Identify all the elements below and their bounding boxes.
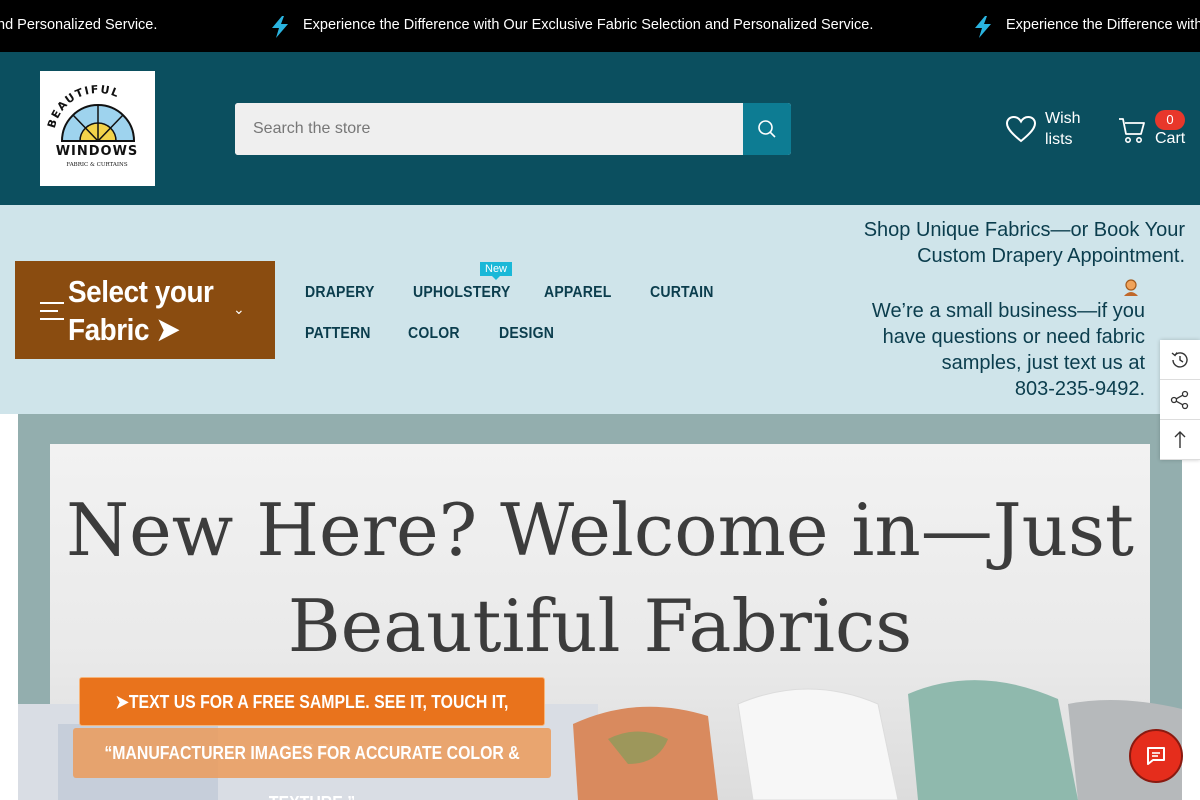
hamburger-icon — [40, 302, 64, 320]
new-badge: New — [480, 262, 513, 280]
manufacturer-images-note: “MANUFACTURER IMAGES FOR ACCURATE COLOR … — [73, 728, 551, 800]
announcement-text: Experience the Difference with Our Exclu… — [303, 17, 874, 33]
search-input[interactable] — [235, 103, 743, 155]
arrow-up-icon — [1174, 430, 1186, 448]
search-button[interactable] — [743, 103, 791, 155]
nav-item-upholstery[interactable]: UPHOLSTERY — [413, 284, 510, 302]
chat-icon — [1147, 747, 1165, 765]
hero-banner: New Here? Welcome in—Just Beautiful Fabr… — [18, 414, 1182, 800]
nav-item-pattern[interactable]: PATTERN — [305, 325, 371, 343]
cart-label: Cart — [1155, 130, 1186, 147]
nav-item-drapery[interactable]: DRAPERY — [305, 284, 375, 302]
contact-line: have questions or need fabric — [882, 326, 1145, 348]
search-icon — [758, 120, 776, 138]
store-logo[interactable]: BEAUTIFUL WINDOWS FABRIC & CURTAINS — [40, 71, 155, 186]
contact-phone[interactable]: 803-235-9492. — [780, 376, 1145, 402]
announcement-bar: nd Personalized Service. Experience the … — [0, 0, 1200, 52]
navigation-band: Select your Fabric ➤ ⌄ DRAPERY UPHOLSTER… — [0, 205, 1200, 414]
nav-item-color[interactable]: COLOR — [408, 325, 460, 343]
free-sample-cta-button[interactable]: ➤TEXT US FOR A FREE SAMPLE. SEE IT, TOUC… — [79, 677, 545, 761]
heart-icon — [1005, 115, 1037, 143]
select-fabric-menu-button[interactable]: Select your Fabric ➤ ⌄ — [15, 261, 275, 359]
recently-viewed-icon — [1171, 351, 1188, 368]
cart-link[interactable]: Cart 0 — [1117, 110, 1186, 148]
search-bar — [235, 103, 791, 155]
promo-line: Custom Drapery Appointment. — [917, 245, 1185, 267]
logo-graphic: BEAUTIFUL WINDOWS FABRIC & CURTAINS — [45, 83, 139, 168]
site-header: BEAUTIFUL WINDOWS FABRIC & CURTAINS Wish… — [0, 52, 1200, 205]
chevron-down-icon: ⌄ — [233, 301, 245, 317]
svg-text:WINDOWS: WINDOWS — [56, 144, 139, 159]
nav-item-design[interactable]: DESIGN — [499, 325, 554, 343]
svg-text:FABRIC & CURTAINS: FABRIC & CURTAINS — [66, 162, 127, 168]
nav-item-apparel[interactable]: APPAREL — [544, 284, 611, 302]
back-to-top-button[interactable] — [1160, 420, 1200, 460]
promo-text: Shop Unique Fabrics—or Book Your Custom … — [780, 217, 1185, 269]
contact-line: samples, just text us at — [941, 352, 1145, 374]
announcement-text: nd Personalized Service. — [0, 17, 158, 33]
lightning-bolt-icon — [975, 16, 991, 38]
promo-line: Shop Unique Fabrics—or Book Your — [863, 219, 1185, 241]
lightning-bolt-icon — [272, 16, 288, 38]
hero-title: New Here? Welcome in—Just Beautiful Fabr… — [50, 482, 1150, 674]
shopping-cart-icon — [1119, 118, 1145, 143]
recently-viewed-button[interactable] — [1160, 340, 1200, 380]
wishlist-link[interactable]: Wish lists — [1005, 108, 1095, 150]
share-icon — [1170, 390, 1189, 409]
floating-toolbar — [1160, 340, 1200, 460]
contact-line: We’re a small business—if you — [871, 300, 1145, 322]
hero-title-line: New Here? Welcome in—Just — [66, 488, 1134, 572]
cart-count-badge: 0 — [1155, 110, 1185, 130]
chat-button[interactable] — [1129, 729, 1183, 783]
share-button[interactable] — [1160, 380, 1200, 420]
nav-item-curtain[interactable]: CURTAIN — [650, 284, 714, 302]
contact-text: We’re a small business—if you have quest… — [780, 298, 1145, 402]
hero-title-line: Beautiful Fabrics — [287, 584, 913, 668]
person-icon — [1124, 279, 1138, 296]
wishlist-label: Wish lists — [1045, 110, 1081, 148]
announcement-text: Experience the Difference with — [1006, 17, 1200, 33]
select-fabric-label: Select your Fabric ➤ — [68, 274, 214, 347]
note-label: “MANUFACTURER IMAGES FOR ACCURATE COLOR … — [104, 743, 520, 800]
